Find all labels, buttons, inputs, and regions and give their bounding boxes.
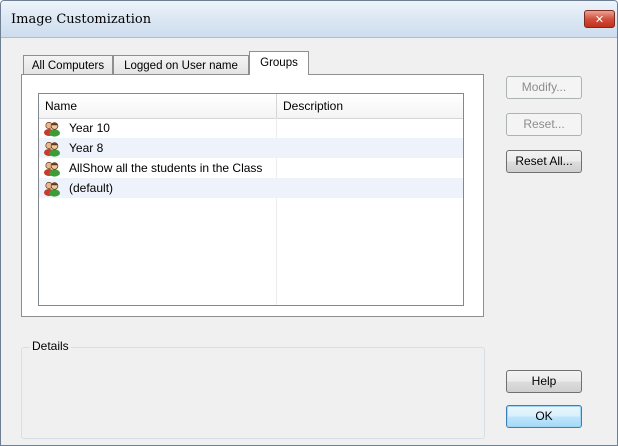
tab-groups[interactable]: Groups: [249, 51, 309, 75]
ok-button[interactable]: OK: [506, 405, 582, 428]
column-header-name[interactable]: Name: [39, 94, 276, 118]
row-name: Year 10: [69, 121, 110, 135]
dialog-body: All Computers Logged on User name Groups…: [1, 38, 617, 445]
row-name: Year 8: [69, 141, 104, 155]
help-button[interactable]: Help: [506, 370, 582, 393]
reset-all-button-label: Reset All...: [515, 154, 573, 168]
tab-label: Logged on User name: [124, 60, 238, 72]
user-group-icon: [44, 181, 60, 197]
tab-label: All Computers: [31, 60, 105, 72]
reset-button[interactable]: Reset...: [506, 113, 582, 136]
list-header: Name Description: [39, 94, 463, 119]
details-label: Details: [30, 339, 71, 353]
details-groupbox: Details: [21, 339, 485, 439]
close-icon: ✕: [594, 13, 605, 26]
modify-button-label: Modify...: [521, 80, 567, 94]
reset-button-label: Reset...: [523, 117, 565, 131]
column-header-label: Name: [45, 99, 78, 113]
user-group-icon: [44, 121, 60, 137]
list-item[interactable]: Year 8: [39, 138, 463, 158]
help-button-label: Help: [531, 374, 557, 388]
dialog-window: Image Customization ✕ All Computers Logg…: [0, 0, 618, 446]
groups-tab-panel: Name Description Year 10 Year 8 AllShow …: [21, 74, 484, 317]
title-bar[interactable]: Image Customization ✕: [1, 1, 617, 38]
row-name: (default): [69, 181, 114, 195]
list-item[interactable]: Year 10: [39, 118, 463, 138]
user-group-icon: [44, 141, 60, 157]
modify-button[interactable]: Modify...: [506, 76, 582, 99]
list-item[interactable]: AllShow all the students in the Class: [39, 158, 463, 178]
column-header-description[interactable]: Description: [277, 94, 463, 118]
tab-label: Groups: [260, 57, 298, 69]
reset-all-button[interactable]: Reset All...: [506, 150, 582, 173]
tab-logged-on-user-name[interactable]: Logged on User name: [113, 55, 249, 75]
list-item[interactable]: (default): [39, 178, 463, 198]
close-button[interactable]: ✕: [584, 10, 615, 28]
column-header-label: Description: [283, 99, 344, 113]
row-name: AllShow all the students in the Class: [69, 161, 263, 175]
tab-all-computers[interactable]: All Computers: [23, 55, 113, 75]
groups-list[interactable]: Name Description Year 10 Year 8 AllShow …: [38, 93, 464, 306]
user-group-icon: [44, 161, 60, 177]
window-title: Image Customization: [11, 12, 152, 27]
ok-button-label: OK: [535, 409, 553, 423]
